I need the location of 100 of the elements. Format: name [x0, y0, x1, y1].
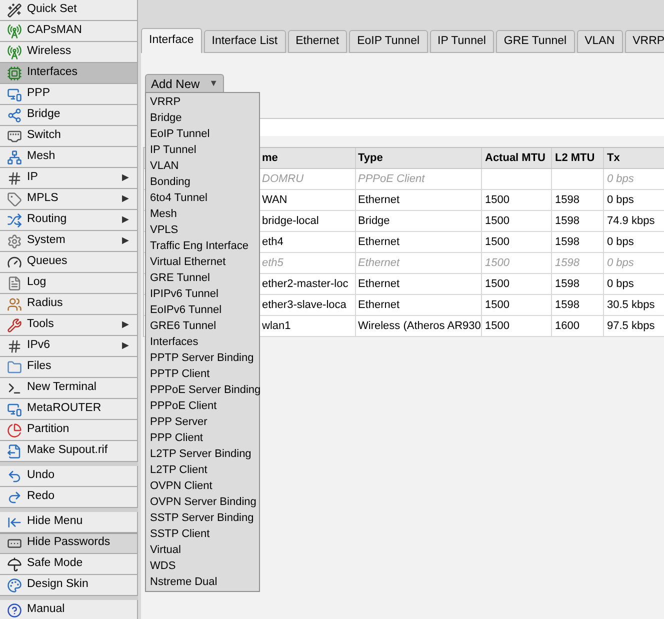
- submenu-arrow: ▶: [122, 213, 129, 226]
- menu-item[interactable]: EoIPv6 Tunnel: [146, 302, 259, 318]
- tag-icon: [7, 192, 22, 206]
- sidebar-item[interactable]: PPP: [0, 84, 138, 105]
- menu-item[interactable]: SSTP Client: [146, 526, 259, 542]
- sidebar-item[interactable]: MPLS ▶: [0, 189, 138, 210]
- sidebar-item[interactable]: Files: [0, 357, 138, 378]
- table-cell-text: wlan1: [262, 318, 291, 334]
- table-cell-text: 1600: [555, 318, 580, 334]
- table-cell-text: 1598: [555, 276, 580, 292]
- table-cell-text: Ethernet: [358, 192, 400, 208]
- sidebar-item[interactable]: Tools ▶: [0, 315, 138, 336]
- column-header[interactable]: Type: [356, 148, 482, 168]
- sidebar-item[interactable]: Switch: [0, 126, 138, 147]
- tab[interactable]: EoIP Tunnel: [349, 30, 428, 53]
- menu-item[interactable]: Nstreme Dual: [146, 574, 259, 590]
- tab[interactable]: VRRP: [624, 30, 664, 53]
- menu-item[interactable]: PPPoE Client: [146, 398, 259, 414]
- menu-item[interactable]: Bonding: [146, 174, 259, 190]
- table-cell-text: 0 bps: [607, 276, 634, 292]
- submenu-arrow: ▶: [122, 318, 129, 332]
- sidebar-item[interactable]: IPv6 ▶: [0, 336, 138, 357]
- help-icon: [7, 602, 22, 618]
- menu-item[interactable]: GRE6 Tunnel: [146, 318, 259, 334]
- table-cell-text: 1500: [485, 298, 510, 313]
- sidebar-item[interactable]: Log: [0, 273, 138, 294]
- menu-item[interactable]: Bridge: [146, 110, 259, 126]
- menu-item[interactable]: L2TP Server Binding: [146, 446, 259, 462]
- tab[interactable]: VLAN: [576, 30, 623, 53]
- tab[interactable]: GRE Tunnel: [496, 30, 575, 53]
- sidebar-item[interactable]: MetaROUTER: [0, 399, 138, 420]
- tools-icon: [7, 318, 22, 332]
- table-cell-text: 1598: [555, 256, 580, 271]
- switch-icon: [7, 128, 22, 144]
- add-new-button[interactable]: Add New ▼: [145, 74, 224, 93]
- sidebar-item[interactable]: CAPsMAN: [0, 21, 138, 42]
- sidebar-item[interactable]: Manual: [0, 600, 138, 619]
- tab[interactable]: Interface: [141, 28, 202, 53]
- sidebar-item[interactable]: Routing ▶: [0, 210, 138, 231]
- table-cell-text: 1598: [555, 234, 580, 250]
- column-header[interactable]: L2 MTU: [552, 148, 604, 168]
- menu-item[interactable]: OVPN Server Binding: [146, 494, 259, 510]
- table-cell-text: 30.5 kbps: [607, 298, 655, 313]
- menu-item[interactable]: PPP Server: [146, 414, 259, 430]
- table-cell-text: eth5: [262, 256, 284, 271]
- menu-item[interactable]: PPTP Client: [146, 366, 259, 382]
- menu-item[interactable]: SSTP Server Binding: [146, 510, 259, 526]
- menu-item[interactable]: PPTP Server Binding: [146, 350, 259, 366]
- table-cell-text: eth4: [262, 234, 284, 250]
- table-cell-text: 74.9 kbps: [607, 214, 655, 229]
- sidebar-item[interactable]: Wireless: [0, 42, 138, 63]
- sidebar-item[interactable]: Undo: [0, 466, 138, 487]
- table-cell-text: 1598: [555, 298, 580, 313]
- sidebar-item[interactable]: Make Supout.rif: [0, 441, 138, 462]
- monitor-icon: [7, 402, 22, 416]
- sidebar-item[interactable]: Hide Menu: [0, 512, 138, 533]
- sidebar-item[interactable]: Bridge: [0, 105, 138, 126]
- sidebar-item[interactable]: Safe Mode: [0, 554, 138, 575]
- sidebar-item[interactable]: System ▶: [0, 231, 138, 252]
- tab[interactable]: IP Tunnel: [430, 30, 494, 53]
- menu-item[interactable]: IP Tunnel: [146, 142, 259, 158]
- submenu-arrow: ▶: [122, 234, 129, 248]
- table-cell-text: ether2-master-loc: [262, 276, 348, 292]
- undo-icon: [7, 468, 22, 484]
- tab[interactable]: Ethernet: [288, 30, 348, 53]
- submenu-arrow: ▶: [122, 192, 129, 206]
- sidebar-item[interactable]: Interfaces: [0, 63, 138, 84]
- table-cell-text: Ethernet: [358, 256, 400, 271]
- menu-item[interactable]: Virtual Ethernet: [146, 254, 259, 270]
- menu-item[interactable]: WDS: [146, 558, 259, 574]
- sidebar-item[interactable]: Design Skin: [0, 575, 138, 596]
- sidebar-item[interactable]: Partition: [0, 420, 138, 441]
- menu-item[interactable]: OVPN Client: [146, 478, 259, 494]
- pie-chart-icon: [7, 422, 22, 438]
- sidebar-item[interactable]: Queues: [0, 252, 138, 273]
- menu-item[interactable]: 6to4 Tunnel: [146, 190, 259, 206]
- sidebar-item[interactable]: IP ▶: [0, 168, 138, 189]
- column-header[interactable]: Tx: [604, 148, 664, 168]
- tab[interactable]: Interface List: [204, 30, 286, 53]
- sidebar-item[interactable]: Redo: [0, 487, 138, 508]
- sidebar-item[interactable]: Mesh: [0, 147, 138, 168]
- sidebar-item[interactable]: Radius: [0, 294, 138, 315]
- sidebar-item[interactable]: Hide Passwords: [0, 533, 138, 554]
- menu-item[interactable]: Traffic Eng Interface: [146, 238, 259, 254]
- menu-item[interactable]: VRRP: [146, 94, 259, 110]
- menu-item[interactable]: L2TP Client: [146, 462, 259, 478]
- palette-icon: [7, 578, 22, 592]
- menu-item[interactable]: Virtual: [146, 542, 259, 558]
- antenna-icon: [7, 24, 22, 38]
- sidebar-item[interactable]: Quick Set: [0, 0, 138, 21]
- menu-item[interactable]: PPP Client: [146, 430, 259, 446]
- monitor-icon: [7, 86, 22, 102]
- menu-item[interactable]: EoIP Tunnel: [146, 126, 259, 142]
- menu-item[interactable]: PPPoE Server Binding: [146, 382, 259, 398]
- redo-icon: [7, 490, 22, 504]
- table-cell-text: 1500: [485, 318, 510, 334]
- column-header[interactable]: Actual MTU: [482, 148, 552, 168]
- sidebar-item[interactable]: New Terminal: [0, 378, 138, 399]
- menu-item[interactable]: Interfaces: [146, 334, 259, 350]
- table-cell-text: 97.5 kbps: [607, 318, 655, 334]
